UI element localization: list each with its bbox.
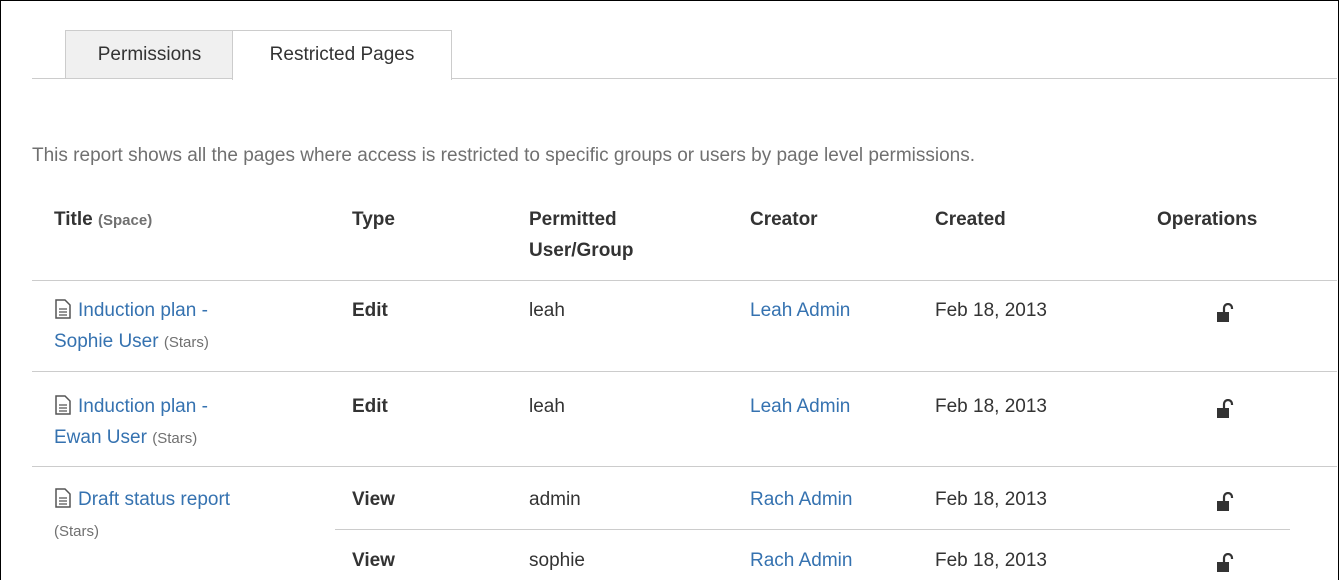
page-icon <box>55 395 71 415</box>
space-label: (Stars) <box>163 334 209 351</box>
column-header-operations: Operations <box>1157 209 1258 230</box>
unlock-icon[interactable] <box>1215 553 1235 575</box>
page-title-link[interactable]: Induction plan - <box>78 300 208 321</box>
table-row-title: Draft status report (Stars) <box>54 484 230 547</box>
tab-restricted-pages[interactable]: Restricted Pages <box>232 30 452 80</box>
tab-bar <box>32 78 1337 79</box>
restriction-type: Edit <box>352 300 388 321</box>
unlock-icon[interactable] <box>1215 492 1235 514</box>
column-header-created: Created <box>935 209 1006 230</box>
page-title-link[interactable]: Draft status report <box>78 489 230 510</box>
permitted-user: leah <box>529 300 565 321</box>
created-date: Feb 18, 2013 <box>935 300 1047 321</box>
column-header-type: Type <box>352 209 395 230</box>
restriction-type: View <box>352 489 395 510</box>
permitted-user: leah <box>529 396 565 417</box>
space-label: (Stars) <box>54 523 99 540</box>
title-header-label: Title <box>54 209 93 230</box>
unlock-icon[interactable] <box>1215 399 1235 421</box>
restriction-type: View <box>352 550 395 571</box>
column-header-title: Title (Space) <box>54 204 152 236</box>
unlock-icon[interactable] <box>1215 303 1235 325</box>
creator-link[interactable]: Rach Admin <box>750 545 852 576</box>
created-date: Feb 18, 2013 <box>935 489 1047 510</box>
tab-permissions[interactable]: Permissions <box>65 30 233 78</box>
sub-row-divider <box>335 529 1290 530</box>
space-label: (Stars) <box>152 430 198 447</box>
restriction-type: Edit <box>352 396 388 417</box>
space-header-label: (Space) <box>98 212 153 229</box>
page-icon <box>55 299 71 319</box>
page-title-link[interactable]: Induction plan - <box>78 396 208 417</box>
creator-link[interactable]: Leah Admin <box>750 295 850 326</box>
row-divider <box>32 466 1337 467</box>
page-icon <box>55 488 71 508</box>
created-date: Feb 18, 2013 <box>935 550 1047 571</box>
column-header-permitted: Permitted User/Group <box>529 204 634 266</box>
permitted-header-line1: Permitted <box>529 209 617 230</box>
page-title-link-line2[interactable]: Ewan User <box>54 427 147 448</box>
row-divider <box>32 371 1337 372</box>
table-row-title: Induction plan - Ewan User (Stars) <box>54 391 208 454</box>
permitted-user: admin <box>529 489 581 510</box>
page-title-link-line2[interactable]: Sophie User <box>54 331 159 352</box>
created-date: Feb 18, 2013 <box>935 396 1047 417</box>
creator-link[interactable]: Leah Admin <box>750 391 850 422</box>
header-divider <box>32 280 1337 281</box>
permitted-user: sophie <box>529 550 585 571</box>
permitted-header-line2: User/Group <box>529 240 634 261</box>
table-row-title: Induction plan - Sophie User (Stars) <box>54 295 209 358</box>
column-header-creator: Creator <box>750 209 818 230</box>
report-description: This report shows all the pages where ac… <box>32 145 976 166</box>
creator-link[interactable]: Rach Admin <box>750 484 852 515</box>
